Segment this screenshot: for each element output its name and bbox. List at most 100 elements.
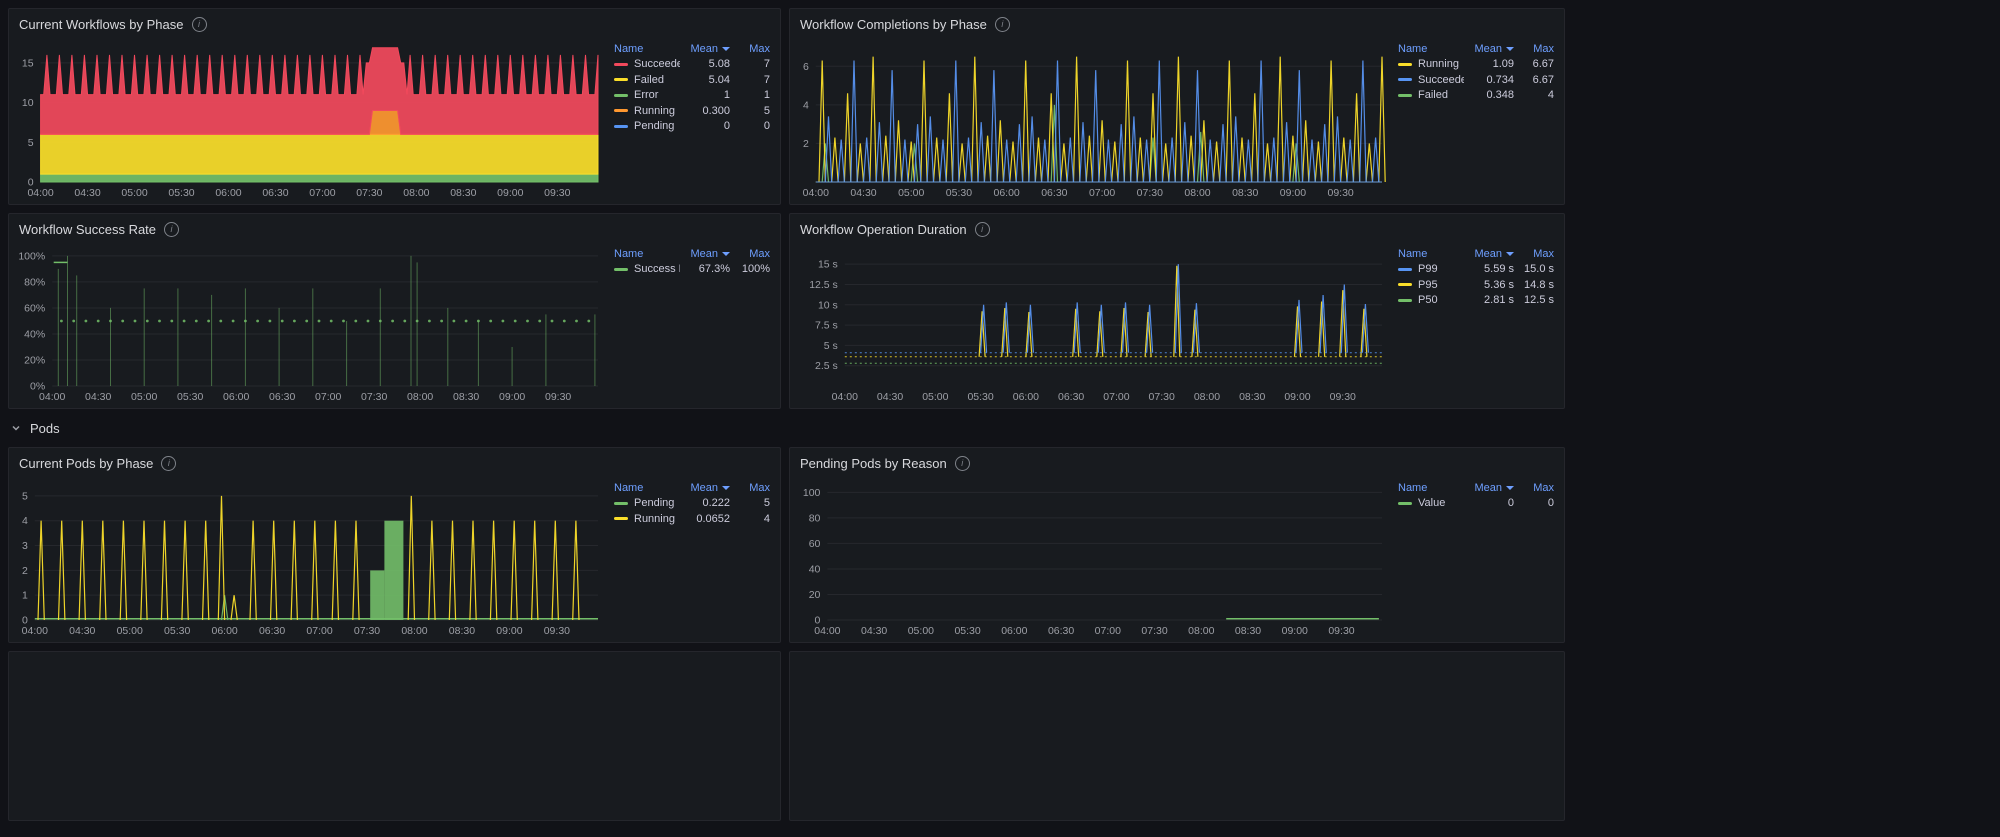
series-color-icon <box>614 63 628 66</box>
legend-col-max[interactable]: Max <box>1514 248 1554 260</box>
svg-text:5 s: 5 s <box>824 340 838 352</box>
legend-col-max[interactable]: Max <box>1514 482 1554 494</box>
series-color-icon <box>1398 283 1412 286</box>
legend-series-toggle[interactable]: Failed <box>1398 89 1464 101</box>
chart-current-workflows-by-phase[interactable]: 05101504:0004:3005:0005:3006:0006:3007:0… <box>19 39 604 200</box>
svg-text:08:30: 08:30 <box>1239 391 1265 403</box>
legend-series-toggle[interactable]: Error <box>614 89 680 101</box>
legend-col-name[interactable]: Name <box>614 482 643 494</box>
legend-col-mean[interactable]: Mean <box>680 248 730 260</box>
legend-row: Running1.096.67 <box>1398 57 1554 73</box>
chart-workflow-operation-duration[interactable]: 2.5 s5 s7.5 s10 s12.5 s15 s04:0004:3005:… <box>800 244 1388 404</box>
legend-series-toggle[interactable]: Pending <box>614 497 680 509</box>
legend-col-mean[interactable]: Mean <box>680 482 730 494</box>
svg-text:06:00: 06:00 <box>1001 625 1027 637</box>
svg-text:08:30: 08:30 <box>1232 187 1258 199</box>
info-icon[interactable]: i <box>975 222 990 237</box>
svg-text:10: 10 <box>22 97 34 109</box>
legend-row: Running0.3005 <box>614 103 770 119</box>
svg-text:20: 20 <box>809 589 821 601</box>
svg-text:05:00: 05:00 <box>898 187 924 199</box>
svg-text:04:00: 04:00 <box>803 187 829 199</box>
legend-col-max[interactable]: Max <box>730 248 770 260</box>
panel-title[interactable]: Workflow Completions by Phase <box>800 17 987 32</box>
legend-series-toggle[interactable]: Success Rate <box>614 263 680 275</box>
panel-title[interactable]: Current Pods by Phase <box>19 456 153 471</box>
series-color-icon <box>1398 78 1412 81</box>
svg-text:05:30: 05:30 <box>164 625 190 637</box>
legend-col-name[interactable]: Name <box>614 43 643 55</box>
legend-series-toggle[interactable]: Running <box>1398 58 1464 70</box>
legend-series-toggle[interactable]: Failed <box>614 74 680 86</box>
panel-title[interactable]: Workflow Success Rate <box>19 222 156 237</box>
info-icon[interactable]: i <box>955 456 970 471</box>
svg-text:08:00: 08:00 <box>1194 391 1220 403</box>
svg-text:08:00: 08:00 <box>407 391 433 403</box>
legend-col-mean[interactable]: Mean <box>1464 43 1514 55</box>
svg-text:08:00: 08:00 <box>1188 625 1214 637</box>
series-color-icon <box>1398 94 1412 97</box>
series-color-icon <box>1398 502 1412 505</box>
panel-workflow-completions-by-phase: Workflow Completions by Phase i 24604:0004… <box>789 8 1565 205</box>
panel-title[interactable]: Current Workflows by Phase <box>19 17 184 32</box>
legend-col-name[interactable]: Name <box>614 248 643 260</box>
chart-pending-pods-by-reason[interactable]: 02040608010004:0004:3005:0005:3006:0006:… <box>800 478 1388 638</box>
legend-series-toggle[interactable]: P50 <box>1398 294 1464 306</box>
svg-text:09:30: 09:30 <box>545 391 571 403</box>
legend-mean-value: 0 <box>1464 497 1514 509</box>
chart-current-pods-by-phase[interactable]: 01234504:0004:3005:0005:3006:0006:3007:0… <box>19 478 604 638</box>
legend-row: Pending00 <box>614 119 770 135</box>
panel-partial-right <box>789 651 1565 821</box>
series-color-icon <box>1398 299 1412 302</box>
svg-text:100: 100 <box>803 487 821 499</box>
legend-series-toggle[interactable]: P99 <box>1398 263 1464 275</box>
panel-header: Current Workflows by Phase i <box>9 9 780 39</box>
svg-text:06:30: 06:30 <box>1058 391 1084 403</box>
chart-workflow-success-rate[interactable]: 0%20%40%60%80%100%04:0004:3005:0005:3006… <box>19 244 604 404</box>
svg-text:04:00: 04:00 <box>39 391 65 403</box>
svg-text:07:30: 07:30 <box>1141 625 1167 637</box>
legend-series-toggle[interactable]: Succeeded <box>614 58 680 70</box>
legend-col-max[interactable]: Max <box>730 43 770 55</box>
legend-series-toggle[interactable]: Running <box>614 513 680 525</box>
info-icon[interactable]: i <box>995 17 1010 32</box>
legend-col-mean[interactable]: Mean <box>1464 482 1514 494</box>
legend-col-mean[interactable]: Mean <box>680 43 730 55</box>
info-icon[interactable]: i <box>161 456 176 471</box>
panel-body: 24604:0004:3005:0005:3006:0006:3007:0007… <box>790 39 1564 204</box>
legend-col-name[interactable]: Name <box>1398 43 1427 55</box>
row-header-pods[interactable]: Pods <box>10 417 1559 439</box>
series-color-icon <box>614 109 628 112</box>
svg-text:05:00: 05:00 <box>908 625 934 637</box>
legend-col-mean[interactable]: Mean <box>1464 248 1514 260</box>
series-color-icon <box>614 268 628 271</box>
legend-series-toggle[interactable]: Pending <box>614 120 680 132</box>
dashboard-row-workflows-2: Workflow Success Rate i 0%20%40%60%80%100%… <box>8 213 1573 409</box>
svg-text:10 s: 10 s <box>818 299 838 311</box>
svg-text:07:00: 07:00 <box>1103 391 1129 403</box>
legend-series-toggle[interactable]: Running <box>614 105 680 117</box>
legend-series-toggle[interactable]: Succeeded <box>1398 74 1464 86</box>
svg-text:07:00: 07:00 <box>1095 625 1121 637</box>
info-icon[interactable]: i <box>164 222 179 237</box>
svg-text:08:30: 08:30 <box>449 625 475 637</box>
legend-col-max[interactable]: Max <box>730 482 770 494</box>
svg-text:40: 40 <box>809 563 821 575</box>
legend-series-toggle[interactable]: P95 <box>1398 279 1464 291</box>
info-icon[interactable]: i <box>192 17 207 32</box>
legend-col-max[interactable]: Max <box>1514 43 1554 55</box>
chart-workflow-completions-by-phase[interactable]: 24604:0004:3005:0005:3006:0006:3007:0007… <box>800 39 1388 200</box>
legend-col-name[interactable]: Name <box>1398 482 1427 494</box>
panel-workflow-operation-duration: Workflow Operation Durationi2.5 s5 s7.5 … <box>789 213 1565 409</box>
panel-title[interactable]: Pending Pods by Reason <box>800 456 947 471</box>
series-color-icon <box>1398 63 1412 66</box>
legend-col-name[interactable]: Name <box>1398 248 1427 260</box>
panel-header: Workflow Operation Duration i <box>790 214 1564 244</box>
svg-text:04:30: 04:30 <box>69 625 95 637</box>
svg-text:09:00: 09:00 <box>1282 625 1308 637</box>
legend-series-toggle[interactable]: Value <box>1398 497 1464 509</box>
legend-row: Failed5.047 <box>614 72 770 88</box>
legend-mean-value: 5.59 s <box>1464 263 1514 275</box>
svg-text:08:30: 08:30 <box>453 391 479 403</box>
panel-title[interactable]: Workflow Operation Duration <box>800 222 967 237</box>
